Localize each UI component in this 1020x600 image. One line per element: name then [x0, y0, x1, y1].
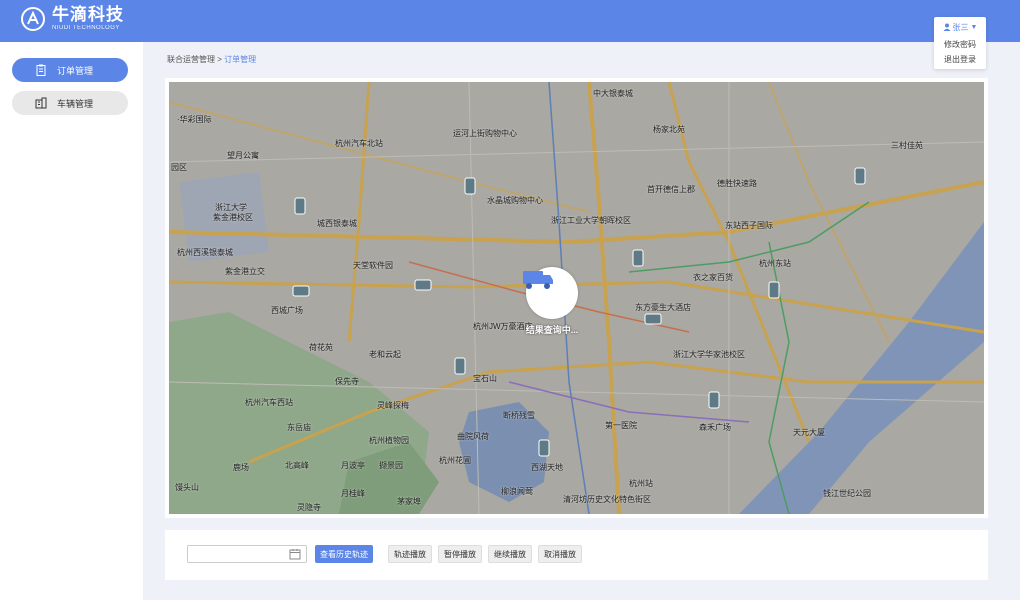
map-place-label: 月桂峰	[341, 489, 365, 498]
map-place-label: 馒头山	[175, 483, 199, 492]
map-place-label: 杭州站	[629, 479, 653, 488]
map-place-label: 西城广场	[271, 306, 303, 315]
map-place-label: 茅家埠	[397, 497, 421, 506]
map-place-label: 衣之家百货	[693, 273, 733, 282]
loading-circle	[523, 267, 578, 319]
top-header: 牛滴科技 NIUDI TECHNOLOGY 张三 ▼ 修改密码 退出登录	[0, 0, 1020, 69]
change-password-item[interactable]: 修改密码	[934, 37, 986, 52]
logo-title: 牛滴科技	[52, 5, 124, 24]
resume-play-button[interactable]: 继续播放	[488, 545, 532, 563]
user-name-toggle[interactable]: 张三 ▼	[934, 17, 986, 37]
map-place-label: 园区	[171, 163, 187, 172]
sidebar-item-label: 车辆管理	[57, 98, 94, 109]
map-place-label: 三村佳苑	[891, 141, 923, 150]
map-place-label: 第一医院	[605, 421, 637, 430]
map-place-label: 天元大厦	[793, 428, 825, 437]
breadcrumb-separator: >	[217, 55, 222, 64]
map-place-label: 杭州花圃	[439, 456, 471, 465]
map-place-label: 老和云起	[369, 350, 401, 359]
map-place-label: 望月公寓	[227, 151, 259, 160]
map-place-label: 杭州汽车西站	[245, 398, 293, 407]
sidebar-item-label: 订单管理	[57, 65, 94, 76]
map-panel: 中大银泰城 ·华彩国际运河上街购物中心杭州汽车北站 杨家北苑三村佳苑望月公寓园区水晶…	[165, 78, 988, 518]
map-place-label: 杭州植物园	[369, 436, 409, 445]
loading-text: 结果查询中...	[525, 325, 579, 335]
user-dropdown: 张三 ▼ 修改密码 退出登录	[934, 17, 986, 69]
map-place-label: 首开德信上郡	[647, 185, 695, 194]
breadcrumb-parent[interactable]: 联合运营管理	[167, 55, 215, 64]
user-name-label: 张三	[952, 22, 969, 32]
map-place-label: 灵峰探梅	[377, 401, 409, 410]
track-play-button[interactable]: 轨迹播放	[388, 545, 432, 563]
logo: 牛滴科技 NIUDI TECHNOLOGY	[20, 6, 124, 32]
view-history-track-button[interactable]: 查看历史轨迹	[315, 545, 373, 563]
map-place-label: 曲院风荷	[457, 432, 489, 441]
map-place-label: 清河坊历史文化特色街区	[563, 495, 651, 504]
pause-play-button[interactable]: 暂停播放	[438, 545, 482, 563]
map-place-label: 东方豪生大酒店	[635, 303, 691, 312]
sidebar: 订单管理 车辆管理	[0, 42, 143, 600]
map-place-label: 浙江工业大学朝晖校区	[551, 216, 631, 225]
map-place-label: 紫金港校区	[213, 213, 253, 222]
map-place-label: 天堂软件园	[353, 261, 393, 270]
loading-indicator: 结果查询中...	[521, 267, 583, 336]
map-place-label: 月波亭	[341, 461, 365, 470]
map-place-label: 杨家北苑	[653, 125, 685, 134]
map-canvas[interactable]: 中大银泰城 ·华彩国际运河上街购物中心杭州汽车北站 杨家北苑三村佳苑望月公寓园区水晶…	[169, 82, 984, 514]
map-place-label: 东岳庙	[287, 423, 311, 432]
map-place-label: 运河上街购物中心	[453, 129, 517, 138]
calendar-icon[interactable]	[289, 548, 301, 560]
logo-mark-icon	[21, 7, 45, 31]
map-place-label: 断桥残雪	[503, 411, 535, 420]
map-place-label: 西湖天地	[531, 463, 563, 472]
map-place-label: ·华彩国际	[177, 115, 212, 124]
map-place-label: 浙江大学华家池校区	[673, 350, 745, 359]
map-place-label: 东站西子国际	[725, 221, 773, 230]
map-place-label: 宝石山	[473, 374, 497, 383]
breadcrumb: 联合运营管理 > 订单管理	[167, 54, 256, 65]
cancel-play-button[interactable]: 取消播放	[538, 545, 582, 563]
map-place-label: 钱江世纪公园	[823, 489, 871, 498]
user-icon	[943, 23, 951, 31]
map-place-label: 水晶城购物中心	[487, 196, 543, 205]
map-place-label: 杭州东站	[759, 259, 791, 268]
map-place-label: 保先寺	[335, 377, 359, 386]
logo-subtitle: NIUDI TECHNOLOGY	[52, 25, 120, 31]
map-place-label: 中大银泰城	[593, 89, 633, 98]
map-place-label: 灵隐寺	[297, 503, 321, 512]
map-place-label: 柳浪闻莺	[501, 487, 533, 496]
truck-icon	[523, 271, 553, 289]
sidebar-item-vehicle-management[interactable]: 车辆管理	[12, 91, 128, 115]
map-place-label: 城西银泰城	[317, 219, 357, 228]
map-place-label: 紫金港立交	[225, 267, 265, 276]
playback-controls: 查看历史轨迹 轨迹播放 暂停播放 继续播放 取消播放	[165, 530, 988, 580]
map-place-label: 北高峰	[285, 461, 309, 470]
map-place-label: 鹿场	[233, 463, 249, 472]
building-icon	[35, 97, 47, 109]
breadcrumb-current: 订单管理	[224, 55, 257, 64]
sidebar-item-order-management[interactable]: 订单管理	[12, 58, 128, 82]
map-place-label: 杭州汽车北站	[335, 139, 383, 148]
caret-down-icon: ▼	[970, 23, 978, 31]
logout-item[interactable]: 退出登录	[934, 52, 986, 67]
map-place-label: 森禾广场	[699, 423, 731, 432]
map-place-label: 杭州西溪银泰城	[177, 248, 233, 257]
map-place-label: 撷景园	[379, 461, 403, 470]
map-place-label: 德胜快速路	[717, 179, 757, 188]
map-place-label: 荷花苑	[309, 343, 333, 352]
clipboard-icon	[36, 64, 46, 76]
